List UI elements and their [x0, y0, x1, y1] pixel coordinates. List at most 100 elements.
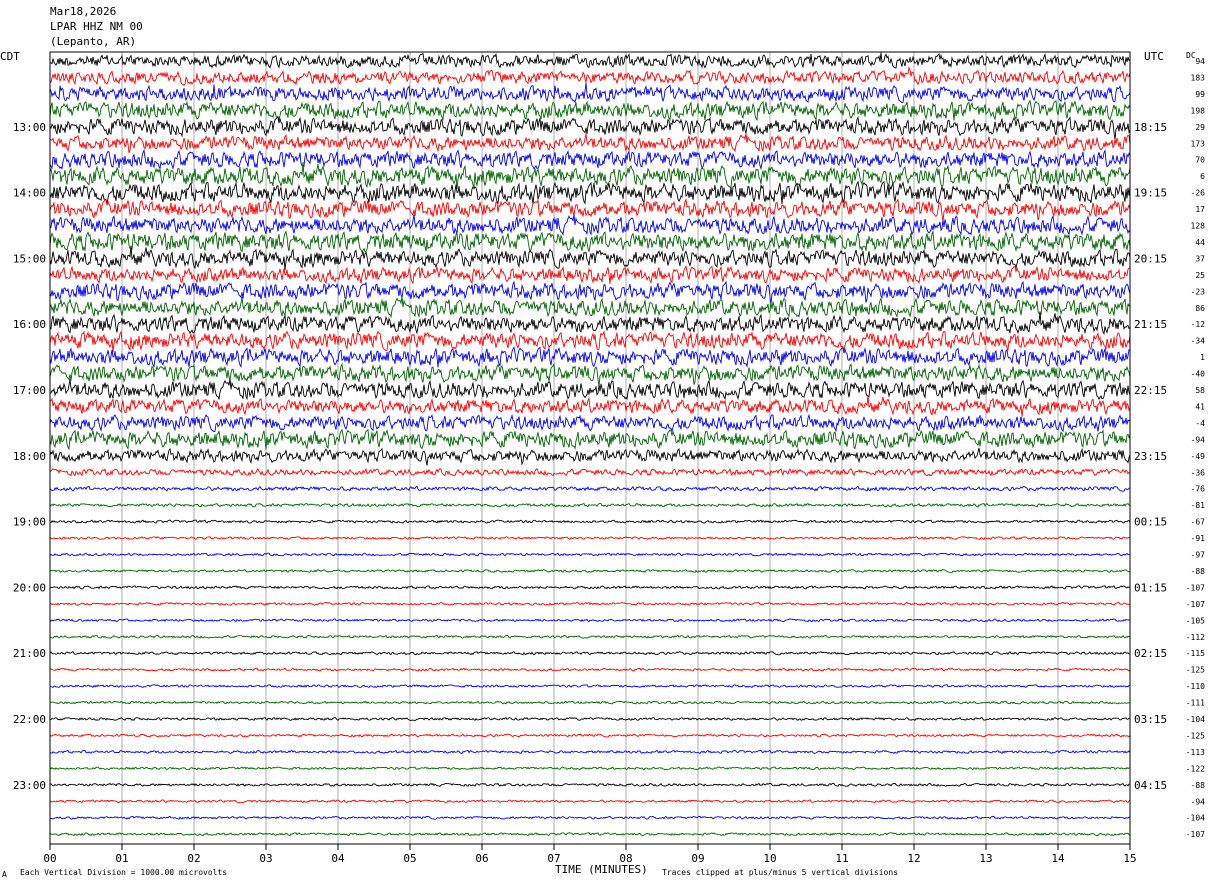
dc-offset-value: -104 — [1186, 715, 1205, 724]
x-tick-label: 11 — [835, 852, 848, 865]
chart-date: Mar18,2026 — [50, 5, 117, 18]
dc-offset-value: 183 — [1191, 73, 1206, 82]
dc-offset-value: -112 — [1186, 633, 1205, 642]
seismic-trace — [49, 148, 1131, 171]
seismic-trace — [49, 651, 1131, 656]
seismic-trace — [49, 395, 1131, 417]
seismic-trace — [49, 99, 1131, 122]
right-hour-label: 01:15 — [1134, 581, 1167, 594]
x-tick-label: 05 — [403, 852, 416, 865]
dc-offset-value: -26 — [1191, 189, 1206, 198]
dc-offset-value: 29 — [1195, 123, 1205, 132]
helicorder-chart: 00 01 02 03 04 05 06 07 08 09 10 11 12 13 14 15 13:0014… — [13, 51, 1205, 865]
left-hour-label: 22:00 — [13, 713, 46, 726]
dc-offset-value: 86 — [1195, 304, 1205, 313]
dc-offset-value: -105 — [1186, 616, 1205, 625]
x-axis-ticks: 00 01 02 03 04 05 06 07 08 09 10 11 12 13 14 15 — [43, 844, 1137, 865]
seismic-trace — [49, 413, 1131, 433]
seismic-trace — [49, 749, 1131, 755]
x-tick-label: 00 — [43, 852, 56, 865]
seismic-trace — [49, 502, 1131, 508]
seismic-trace — [49, 601, 1131, 606]
seismic-trace — [49, 832, 1131, 837]
dc-offset-value: 58 — [1195, 386, 1205, 395]
dc-offset-value: 70 — [1195, 156, 1205, 165]
dc-offset-value: -107 — [1186, 600, 1205, 609]
dc-offset-value: -88 — [1191, 781, 1206, 790]
dc-offset-value: 1 — [1200, 353, 1205, 362]
seismic-trace — [49, 214, 1131, 236]
seismic-trace — [49, 667, 1131, 672]
seismic-trace — [49, 428, 1131, 451]
dc-header-label: DC — [1186, 51, 1196, 60]
seismic-trace — [49, 618, 1131, 623]
dc-offset-value: 6 — [1200, 172, 1205, 181]
seismic-trace — [49, 180, 1131, 205]
dc-offset-value: -115 — [1186, 649, 1205, 658]
dc-offset-value: 99 — [1195, 90, 1205, 99]
dc-offset-value: 37 — [1195, 254, 1205, 263]
left-timezone-label: CDT — [0, 50, 20, 63]
clip-note: Traces clipped at plus/minus 5 vertical … — [662, 868, 899, 877]
dc-offset-value: -81 — [1191, 501, 1206, 510]
right-hour-label: 19:15 — [1134, 187, 1167, 200]
seismic-trace — [49, 585, 1131, 590]
dc-offset-value: -76 — [1191, 485, 1206, 494]
seismic-trace — [49, 766, 1131, 771]
seismic-trace — [49, 52, 1131, 69]
seismic-trace — [49, 362, 1131, 387]
dc-offset-value: -111 — [1186, 699, 1205, 708]
seismic-trace — [49, 815, 1131, 820]
seismic-trace — [49, 485, 1131, 492]
dc-offset-value: -97 — [1191, 551, 1206, 560]
dc-offset-value: -122 — [1186, 764, 1205, 773]
dc-offset-value: -104 — [1186, 814, 1205, 823]
seismic-trace — [49, 230, 1131, 254]
seismic-trace — [49, 378, 1131, 401]
dc-offset-value: -36 — [1191, 468, 1206, 477]
dc-offset-value: -88 — [1191, 567, 1206, 576]
seismic-trace — [49, 280, 1131, 305]
seismic-trace — [49, 634, 1131, 639]
dc-offset-value: 25 — [1195, 271, 1205, 280]
seismic-trace — [49, 468, 1131, 477]
left-hour-label: 18:00 — [13, 450, 46, 463]
seismic-trace — [49, 82, 1131, 104]
dc-offset-value: 17 — [1195, 205, 1205, 214]
x-tick-label: 13 — [979, 852, 992, 865]
dc-offset-value: -94 — [1191, 435, 1206, 444]
right-hour-label: 23:15 — [1134, 450, 1167, 463]
seismic-trace — [49, 552, 1131, 557]
right-hour-label: 21:15 — [1134, 318, 1167, 331]
dc-offset-value: 44 — [1195, 238, 1205, 247]
dc-offset-value: 128 — [1191, 222, 1206, 231]
seismic-trace — [49, 700, 1131, 705]
right-hour-label: 18:15 — [1134, 121, 1167, 134]
dc-offset-value: -40 — [1191, 370, 1206, 379]
dc-offset-value: -91 — [1191, 534, 1206, 543]
seismic-trace — [49, 536, 1131, 540]
x-tick-label: 03 — [259, 852, 272, 865]
right-hour-label: 03:15 — [1134, 713, 1167, 726]
left-hour-labels: 13:00 14:00 15:00 16:00 17:00 18:00 19:00 20:00… — [13, 121, 46, 792]
right-hour-label: 20:15 — [1134, 252, 1167, 265]
left-hour-label: 13:00 — [13, 121, 46, 134]
dc-offset-value: 41 — [1195, 402, 1205, 411]
dc-offset-value: -125 — [1186, 731, 1205, 740]
dc-offset-value: 198 — [1191, 106, 1206, 115]
seismic-trace — [49, 799, 1131, 804]
dc-offset-labels: 94 183 99 198 29 173 70 6 -26 17 128 44 37 25 -23 86 -12… — [1186, 57, 1205, 839]
vertical-scale-note: Each Vertical Division = 1000.00 microvo… — [20, 868, 228, 877]
seismic-trace — [49, 447, 1131, 466]
dc-offset-value: -12 — [1191, 320, 1206, 329]
x-tick-label: 14 — [1051, 852, 1065, 865]
seismic-trace — [49, 782, 1131, 787]
seismic-trace — [49, 330, 1131, 353]
station-location: (Lepanto, AR) — [50, 35, 137, 48]
seismic-trace — [49, 198, 1131, 222]
seismic-trace — [49, 519, 1131, 524]
dc-offset-value: -34 — [1191, 337, 1206, 346]
dc-offset-value: -67 — [1191, 518, 1206, 527]
seismic-trace — [49, 684, 1130, 689]
left-hour-label: 14:00 — [13, 187, 46, 200]
